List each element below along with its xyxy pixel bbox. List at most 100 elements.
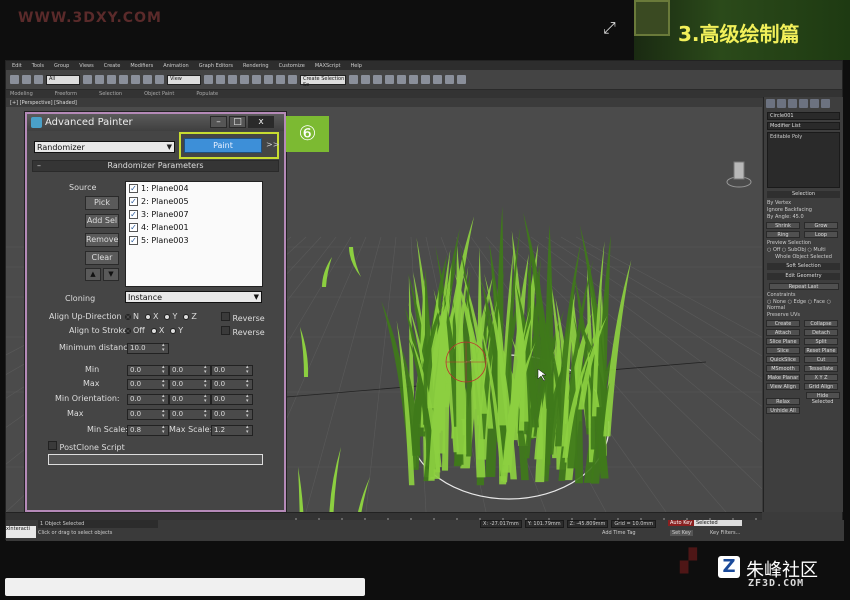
by-vertex-check[interactable]: By Vertex: [767, 200, 840, 206]
quickslice-button[interactable]: QuickSlice: [766, 356, 800, 363]
menu-item[interactable]: Rendering: [243, 63, 269, 69]
modifier-stack[interactable]: Editable Poly: [767, 132, 840, 188]
radio-option[interactable]: X: [144, 312, 158, 321]
preview-option[interactable]: ○ Off: [767, 247, 782, 253]
min-scale-spinner[interactable]: 0.8: [127, 425, 169, 436]
menu-item[interactable]: Help: [351, 63, 362, 69]
modifier-list-select[interactable]: Modifier List: [767, 122, 840, 130]
rect-selection-icon[interactable]: [107, 75, 116, 84]
redo-icon[interactable]: [22, 75, 31, 84]
ribbon-tab[interactable]: Freeform: [55, 91, 77, 97]
display-tab-icon[interactable]: [810, 99, 819, 108]
tessellate-button[interactable]: Tessellate: [804, 365, 838, 372]
menu-item[interactable]: Edit: [12, 63, 22, 69]
pivot-icon[interactable]: [204, 75, 213, 84]
view-align-button[interactable]: View Align: [766, 383, 800, 390]
min-distance-spinner[interactable]: 10.0: [127, 343, 169, 354]
named-selection-select[interactable]: Create Selection Se: [300, 74, 346, 88]
add-sel-button[interactable]: Add Sel: [85, 214, 119, 228]
constraint-option[interactable]: ○ Edge: [788, 299, 808, 305]
expand-icon[interactable]: ⤢: [603, 18, 623, 38]
split-check[interactable]: Split: [804, 338, 838, 345]
graphite-toggle-icon[interactable]: [385, 75, 394, 84]
reverse-stroke-check[interactable]: Reverse: [221, 326, 265, 337]
snaps-toggle-icon[interactable]: [240, 75, 249, 84]
stack-item-editable-poly[interactable]: Editable Poly: [770, 134, 837, 140]
mirror-icon[interactable]: [349, 75, 358, 84]
attach-button[interactable]: Attach: [766, 329, 800, 336]
transform-spinner[interactable]: 0.0: [169, 409, 211, 420]
scale-icon[interactable]: [155, 75, 164, 84]
loop-button[interactable]: Loop: [804, 231, 838, 238]
checkbox-icon[interactable]: ✓: [129, 223, 138, 232]
slice-plane-button[interactable]: Slice Plane: [766, 338, 800, 345]
shrink-button[interactable]: Shrink: [766, 222, 800, 229]
paint-button[interactable]: Paint: [184, 138, 262, 153]
transform-spinner[interactable]: 0.0: [169, 379, 211, 390]
set-key-button[interactable]: Set Key: [670, 530, 693, 536]
edit-geometry-rollout[interactable]: Edit Geometry: [767, 273, 840, 280]
preview-option[interactable]: ○ Multi: [807, 247, 825, 253]
by-angle-value[interactable]: 45.0: [793, 214, 804, 220]
list-item[interactable]: ✓ 4: Plane001: [126, 221, 262, 234]
y-coord[interactable]: Y: 101.79mm: [524, 520, 564, 528]
key-filters-button[interactable]: Key Filters...: [710, 530, 740, 536]
keyboard-shortcut-icon[interactable]: [228, 75, 237, 84]
checkbox-icon[interactable]: ✓: [129, 184, 138, 193]
material-editor-icon[interactable]: [421, 75, 430, 84]
z-coord[interactable]: Z: -45.809mm: [566, 520, 609, 528]
link-icon[interactable]: [34, 75, 43, 84]
percent-snap-icon[interactable]: [264, 75, 273, 84]
slice-button[interactable]: Slice: [766, 347, 800, 354]
clear-button[interactable]: Clear: [85, 251, 119, 265]
by-angle-row[interactable]: By Angle: 45.0: [767, 214, 840, 220]
preserve-uvs-check[interactable]: Preserve UVs: [767, 312, 840, 318]
add-time-tag[interactable]: Add Time Tag: [602, 530, 636, 536]
minimize-button[interactable]: –: [210, 116, 227, 128]
list-item[interactable]: ✓ 1: Plane004: [126, 182, 262, 195]
ribbon-tab[interactable]: Populate: [196, 91, 218, 97]
grow-button[interactable]: Grow: [804, 222, 838, 229]
align-up-options[interactable]: NXYZ: [125, 312, 203, 321]
unhide-all-button[interactable]: Unhide All: [766, 407, 800, 414]
rotate-icon[interactable]: [143, 75, 152, 84]
radio-option[interactable]: Y: [164, 312, 177, 321]
render-production-icon[interactable]: [457, 75, 466, 84]
timeline[interactable]: 0510152025303540455055606570758085909510…: [6, 512, 766, 528]
layer-manager-icon[interactable]: [373, 75, 382, 84]
viewport-label[interactable]: [+] [Perspective] [Shaded]: [10, 100, 77, 106]
reset-plane-button[interactable]: Reset Plane: [804, 347, 838, 354]
undo-icon[interactable]: [10, 75, 19, 84]
ignore-backfacing-check[interactable]: Ignore Backfacing: [767, 207, 840, 213]
make-planar-button[interactable]: Make Planar: [766, 374, 800, 381]
planar-axis-buttons[interactable]: X Y Z: [804, 374, 838, 381]
soft-selection-rollout[interactable]: Soft Selection: [767, 263, 840, 270]
mode-select[interactable]: Randomizer ▼: [34, 141, 175, 153]
angle-snap-icon[interactable]: [252, 75, 261, 84]
spinner-snap-icon[interactable]: [276, 75, 285, 84]
constraint-options[interactable]: ○ None ○ Edge ○ Face ○ Normal: [767, 299, 840, 311]
randomizer-params-header[interactable]: – Randomizer Parameters: [32, 160, 279, 172]
maximize-button[interactable]: □: [229, 116, 246, 128]
radio-option[interactable]: N: [125, 312, 139, 321]
create-button[interactable]: Create: [766, 320, 800, 327]
pick-button[interactable]: Pick: [85, 196, 119, 210]
menu-item[interactable]: Group: [54, 63, 69, 69]
x-coord[interactable]: X: -27.017mm: [480, 520, 522, 528]
constraint-option[interactable]: ○ Face: [808, 299, 827, 305]
select-manipulate-icon[interactable]: [216, 75, 225, 84]
remove-button[interactable]: Remove: [85, 233, 119, 247]
ref-coord-select[interactable]: View: [167, 74, 201, 85]
more-options-button[interactable]: >>: [266, 140, 279, 149]
curve-editor-icon[interactable]: [397, 75, 406, 84]
object-name-field[interactable]: Circle001: [767, 112, 840, 120]
checkbox-icon[interactable]: ✓: [129, 236, 138, 245]
radio-option[interactable]: Z: [183, 312, 197, 321]
menu-item[interactable]: Modifiers: [130, 63, 153, 69]
reverse-up-check[interactable]: Reverse: [221, 312, 265, 323]
align-stroke-options[interactable]: Off X Y: [125, 326, 189, 335]
list-item[interactable]: ✓ 3: Plane007: [126, 208, 262, 221]
list-item[interactable]: ✓ 5: Plane003: [126, 234, 262, 247]
schematic-view-icon[interactable]: [409, 75, 418, 84]
menu-item[interactable]: Tools: [32, 63, 44, 69]
